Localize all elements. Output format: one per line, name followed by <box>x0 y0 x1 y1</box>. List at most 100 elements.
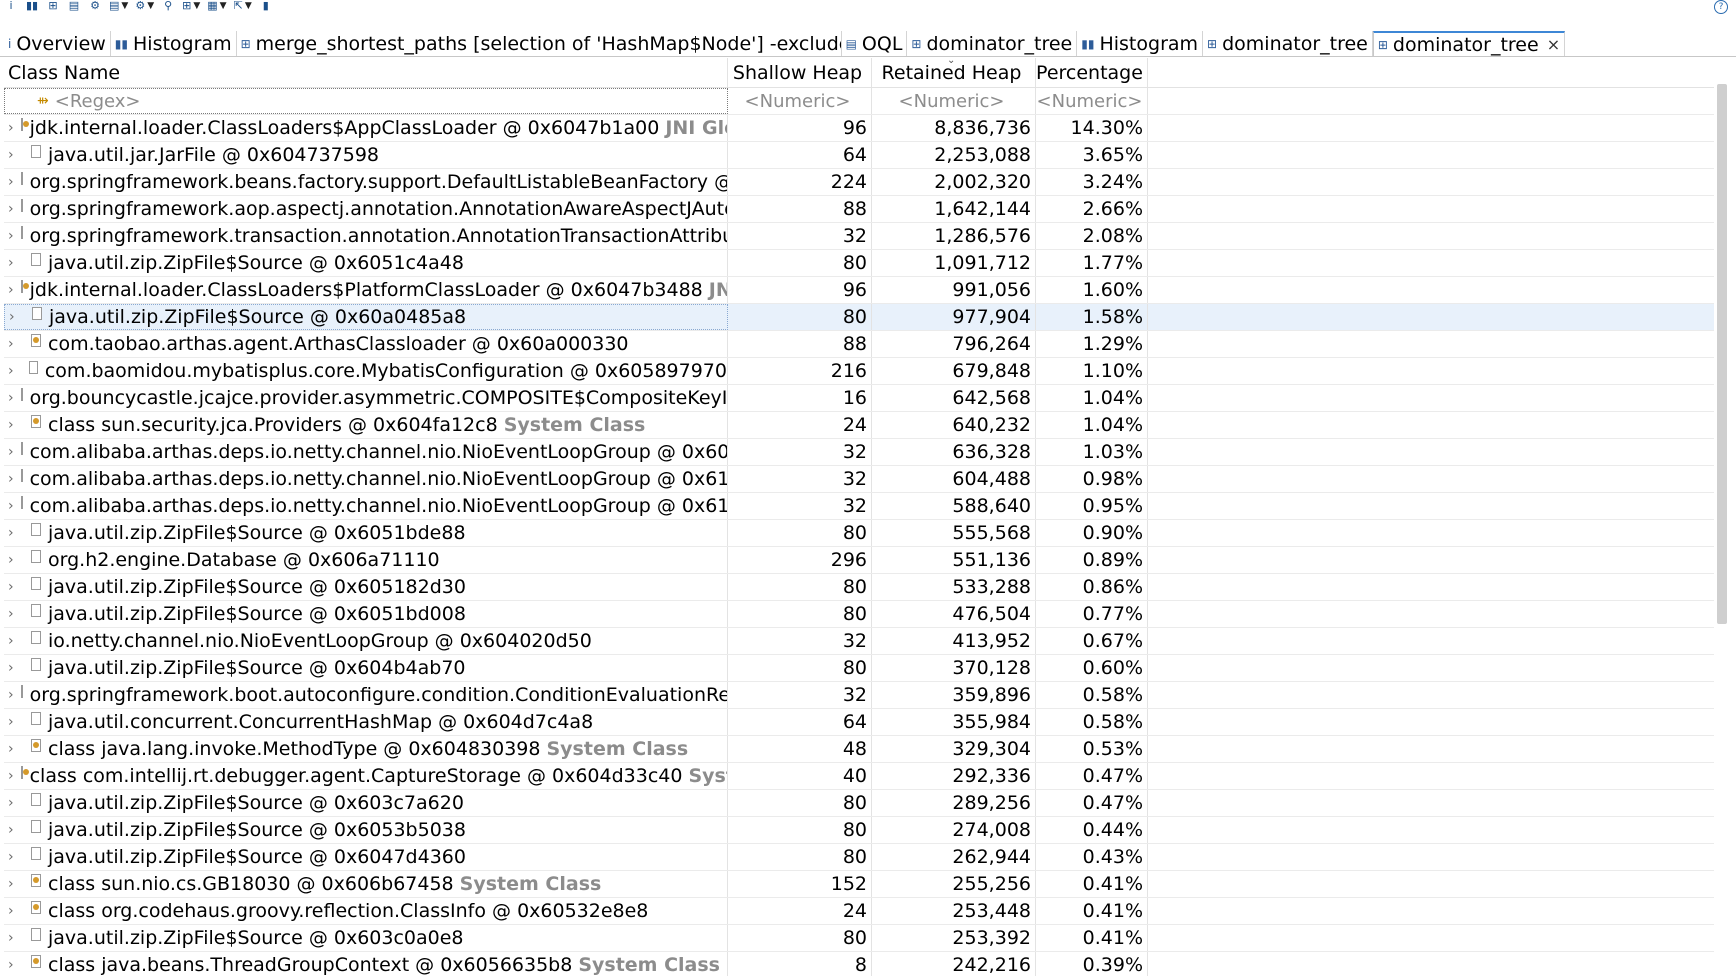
expand-chevron-icon[interactable]: › <box>8 849 24 865</box>
tab-histogram[interactable]: ▮▮ Histogram <box>111 31 237 56</box>
table-row[interactable]: › com.alibaba.arthas.deps.io.netty.channe… <box>4 439 1714 466</box>
calculate-retained-button[interactable]: ▦ ▼ <box>207 0 226 14</box>
table-row[interactable]: › class sun.nio.cs.GB18030 @ 0x606b67458 S… <box>4 871 1714 898</box>
table-row[interactable]: › class sun.security.jca.Providers @ 0x60… <box>4 412 1714 439</box>
expand-chevron-icon[interactable]: › <box>8 363 22 379</box>
table-row[interactable]: › java.util.zip.ZipFile$Source @ 0x6047d4… <box>4 844 1714 871</box>
tab-dominator_tree[interactable]: ⊞ dominator_tree <box>1203 31 1373 56</box>
tab-histogram[interactable]: ▮▮ Histogram <box>1077 31 1204 56</box>
tab-overview[interactable]: i Overview <box>4 31 111 56</box>
expand-chevron-icon[interactable]: › <box>8 390 14 406</box>
dropdown-arrow-icon[interactable]: ▼ <box>193 0 200 12</box>
table-row[interactable]: › java.util.zip.ZipFile$Source @ 0x6051c4… <box>4 250 1714 277</box>
tab-oql[interactable]: ▤ OQL <box>842 31 908 56</box>
expand-chevron-icon[interactable]: › <box>8 147 24 163</box>
column-header-class-name[interactable]: Class Name <box>4 58 728 87</box>
expand-chevron-icon[interactable]: › <box>8 201 14 217</box>
expand-chevron-icon[interactable]: › <box>8 498 14 514</box>
table-row[interactable]: › org.springframework.beans.factory.suppo… <box>4 169 1714 196</box>
dropdown-arrow-icon[interactable]: ▼ <box>121 0 128 12</box>
help-icon[interactable]: ? <box>1714 0 1728 14</box>
tab-merge_shortest_paths[interactable]: ⊞ merge_shortest_paths [selection of 'Has… <box>237 31 842 56</box>
expand-chevron-icon[interactable]: › <box>8 768 14 784</box>
expand-chevron-icon[interactable]: › <box>9 309 25 325</box>
vertical-scrollbar[interactable] <box>1716 80 1728 976</box>
table-row[interactable]: › java.util.zip.ZipFile$Source @ 0x6051bd… <box>4 520 1714 547</box>
expand-chevron-icon[interactable]: › <box>8 687 14 703</box>
table-row[interactable]: › com.alibaba.arthas.deps.io.netty.channe… <box>4 493 1714 520</box>
table-row[interactable]: › java.util.zip.ZipFile$Source @ 0x605182… <box>4 574 1714 601</box>
expand-chevron-icon[interactable]: › <box>8 579 24 595</box>
expand-chevron-icon[interactable]: › <box>8 903 24 919</box>
expand-chevron-icon[interactable]: › <box>8 471 14 487</box>
table-row[interactable]: › java.util.jar.JarFile @ 0x604737598 64 2,… <box>4 142 1714 169</box>
expand-chevron-icon[interactable]: › <box>8 174 14 190</box>
column-header-percentage[interactable]: Percentage <box>1036 58 1148 87</box>
class-name-filter[interactable]: ⇻ <Regex> <box>4 88 728 114</box>
expand-chevron-icon[interactable]: › <box>8 930 24 946</box>
info-button[interactable]: i <box>4 0 18 14</box>
table-row[interactable]: › java.util.zip.ZipFile$Source @ 0x6053b5… <box>4 817 1714 844</box>
query-browser-button[interactable]: ⚙ ▼ <box>135 0 154 14</box>
table-row[interactable]: › java.util.zip.ZipFile$Source @ 0x60a048… <box>4 304 1714 331</box>
expand-chevron-icon[interactable]: › <box>8 741 24 757</box>
expand-chevron-icon[interactable]: › <box>8 228 14 244</box>
table-row[interactable]: › org.h2.engine.Database @ 0x606a71110 296… <box>4 547 1714 574</box>
table-row[interactable]: › org.springframework.transaction.annotat… <box>4 223 1714 250</box>
table-row[interactable]: › class java.lang.invoke.MethodType @ 0x6… <box>4 736 1714 763</box>
expand-chevron-icon[interactable]: › <box>8 660 24 676</box>
expand-chevron-icon[interactable]: › <box>8 633 24 649</box>
column-header-shallow-heap[interactable]: Shallow Heap <box>728 58 872 87</box>
histogram-button[interactable]: ▮▮ <box>25 0 39 14</box>
scrollbar-thumb[interactable] <box>1717 84 1727 624</box>
pin-button[interactable]: ▮ <box>259 0 273 14</box>
table-row[interactable]: › java.util.zip.ZipFile$Source @ 0x603c7a… <box>4 790 1714 817</box>
expand-chevron-icon[interactable]: › <box>8 957 24 973</box>
table-row[interactable]: › class org.codehaus.groovy.reflection.Cl… <box>4 898 1714 925</box>
table-row[interactable]: › com.alibaba.arthas.deps.io.netty.channe… <box>4 466 1714 493</box>
retained-heap-filter[interactable]: <Numeric> <box>872 88 1036 114</box>
table-row[interactable]: › org.springframework.boot.autoconfigure.… <box>4 682 1714 709</box>
table-row[interactable]: › java.util.concurrent.ConcurrentHashMap … <box>4 709 1714 736</box>
expand-chevron-icon[interactable]: › <box>8 282 14 298</box>
dropdown-arrow-icon[interactable]: ▼ <box>147 0 154 12</box>
table-row[interactable]: › java.util.zip.ZipFile$Source @ 0x604b4a… <box>4 655 1714 682</box>
dominator-tree-button[interactable]: ⊞ <box>46 0 60 14</box>
group-by-button[interactable]: ⊞ ▼ <box>182 0 200 14</box>
expand-chevron-icon[interactable]: › <box>8 255 24 271</box>
table-row[interactable]: › com.taobao.arthas.agent.ArthasClassload… <box>4 331 1714 358</box>
tab-dominator_tree[interactable]: ⊞ dominator_tree <box>907 31 1078 56</box>
export-button[interactable]: ⇱ ▼ <box>234 0 252 14</box>
table-row[interactable]: › java.util.zip.ZipFile$Source @ 0x6051bd… <box>4 601 1714 628</box>
percentage-filter[interactable]: <Numeric> <box>1036 88 1148 114</box>
oql-button[interactable]: ▤ <box>67 0 81 14</box>
table-row[interactable]: › org.springframework.aop.aspectj.annotat… <box>4 196 1714 223</box>
table-row[interactable]: › org.bouncycastle.jcajce.provider.asymme… <box>4 385 1714 412</box>
expand-chevron-icon[interactable]: › <box>8 444 14 460</box>
expand-chevron-icon[interactable]: › <box>8 822 24 838</box>
table-row[interactable]: › io.netty.channel.nio.NioEventLoopGroup … <box>4 628 1714 655</box>
search-button[interactable]: ⚲ <box>161 0 175 14</box>
close-tab-icon[interactable]: × <box>1547 35 1560 54</box>
dropdown-arrow-icon[interactable]: ▼ <box>220 0 227 12</box>
run-report-button[interactable]: ▤ ▼ <box>109 0 128 14</box>
expand-chevron-icon[interactable]: › <box>8 417 24 433</box>
expand-chevron-icon[interactable]: › <box>8 714 24 730</box>
table-row[interactable]: › java.util.zip.ZipFile$Source @ 0x603c0a… <box>4 925 1714 952</box>
table-row[interactable]: › class java.beans.ThreadGroupContext @ 0… <box>4 952 1714 976</box>
expand-chevron-icon[interactable]: › <box>8 795 24 811</box>
table-row[interactable]: › class com.intellij.rt.debugger.agent.Ca… <box>4 763 1714 790</box>
table-row[interactable]: › jdk.internal.loader.ClassLoaders$Platfo… <box>4 277 1714 304</box>
table-row[interactable]: › com.baomidou.mybatisplus.core.MybatisCo… <box>4 358 1714 385</box>
shallow-heap-filter[interactable]: <Numeric> <box>728 88 872 114</box>
expand-chevron-icon[interactable]: › <box>8 336 24 352</box>
expand-chevron-icon[interactable]: › <box>8 525 24 541</box>
table-row[interactable]: › jdk.internal.loader.ClassLoaders$AppCla… <box>4 115 1714 142</box>
tab-dominator_tree[interactable]: ⊞ dominator_tree × <box>1372 31 1566 56</box>
dropdown-arrow-icon[interactable]: ▼ <box>245 0 252 12</box>
expand-chevron-icon[interactable]: › <box>8 606 24 622</box>
expand-chevron-icon[interactable]: › <box>8 120 14 136</box>
thread-overview-button[interactable]: ⚙ <box>88 0 102 14</box>
expand-chevron-icon[interactable]: › <box>8 552 24 568</box>
expand-chevron-icon[interactable]: › <box>8 876 24 892</box>
